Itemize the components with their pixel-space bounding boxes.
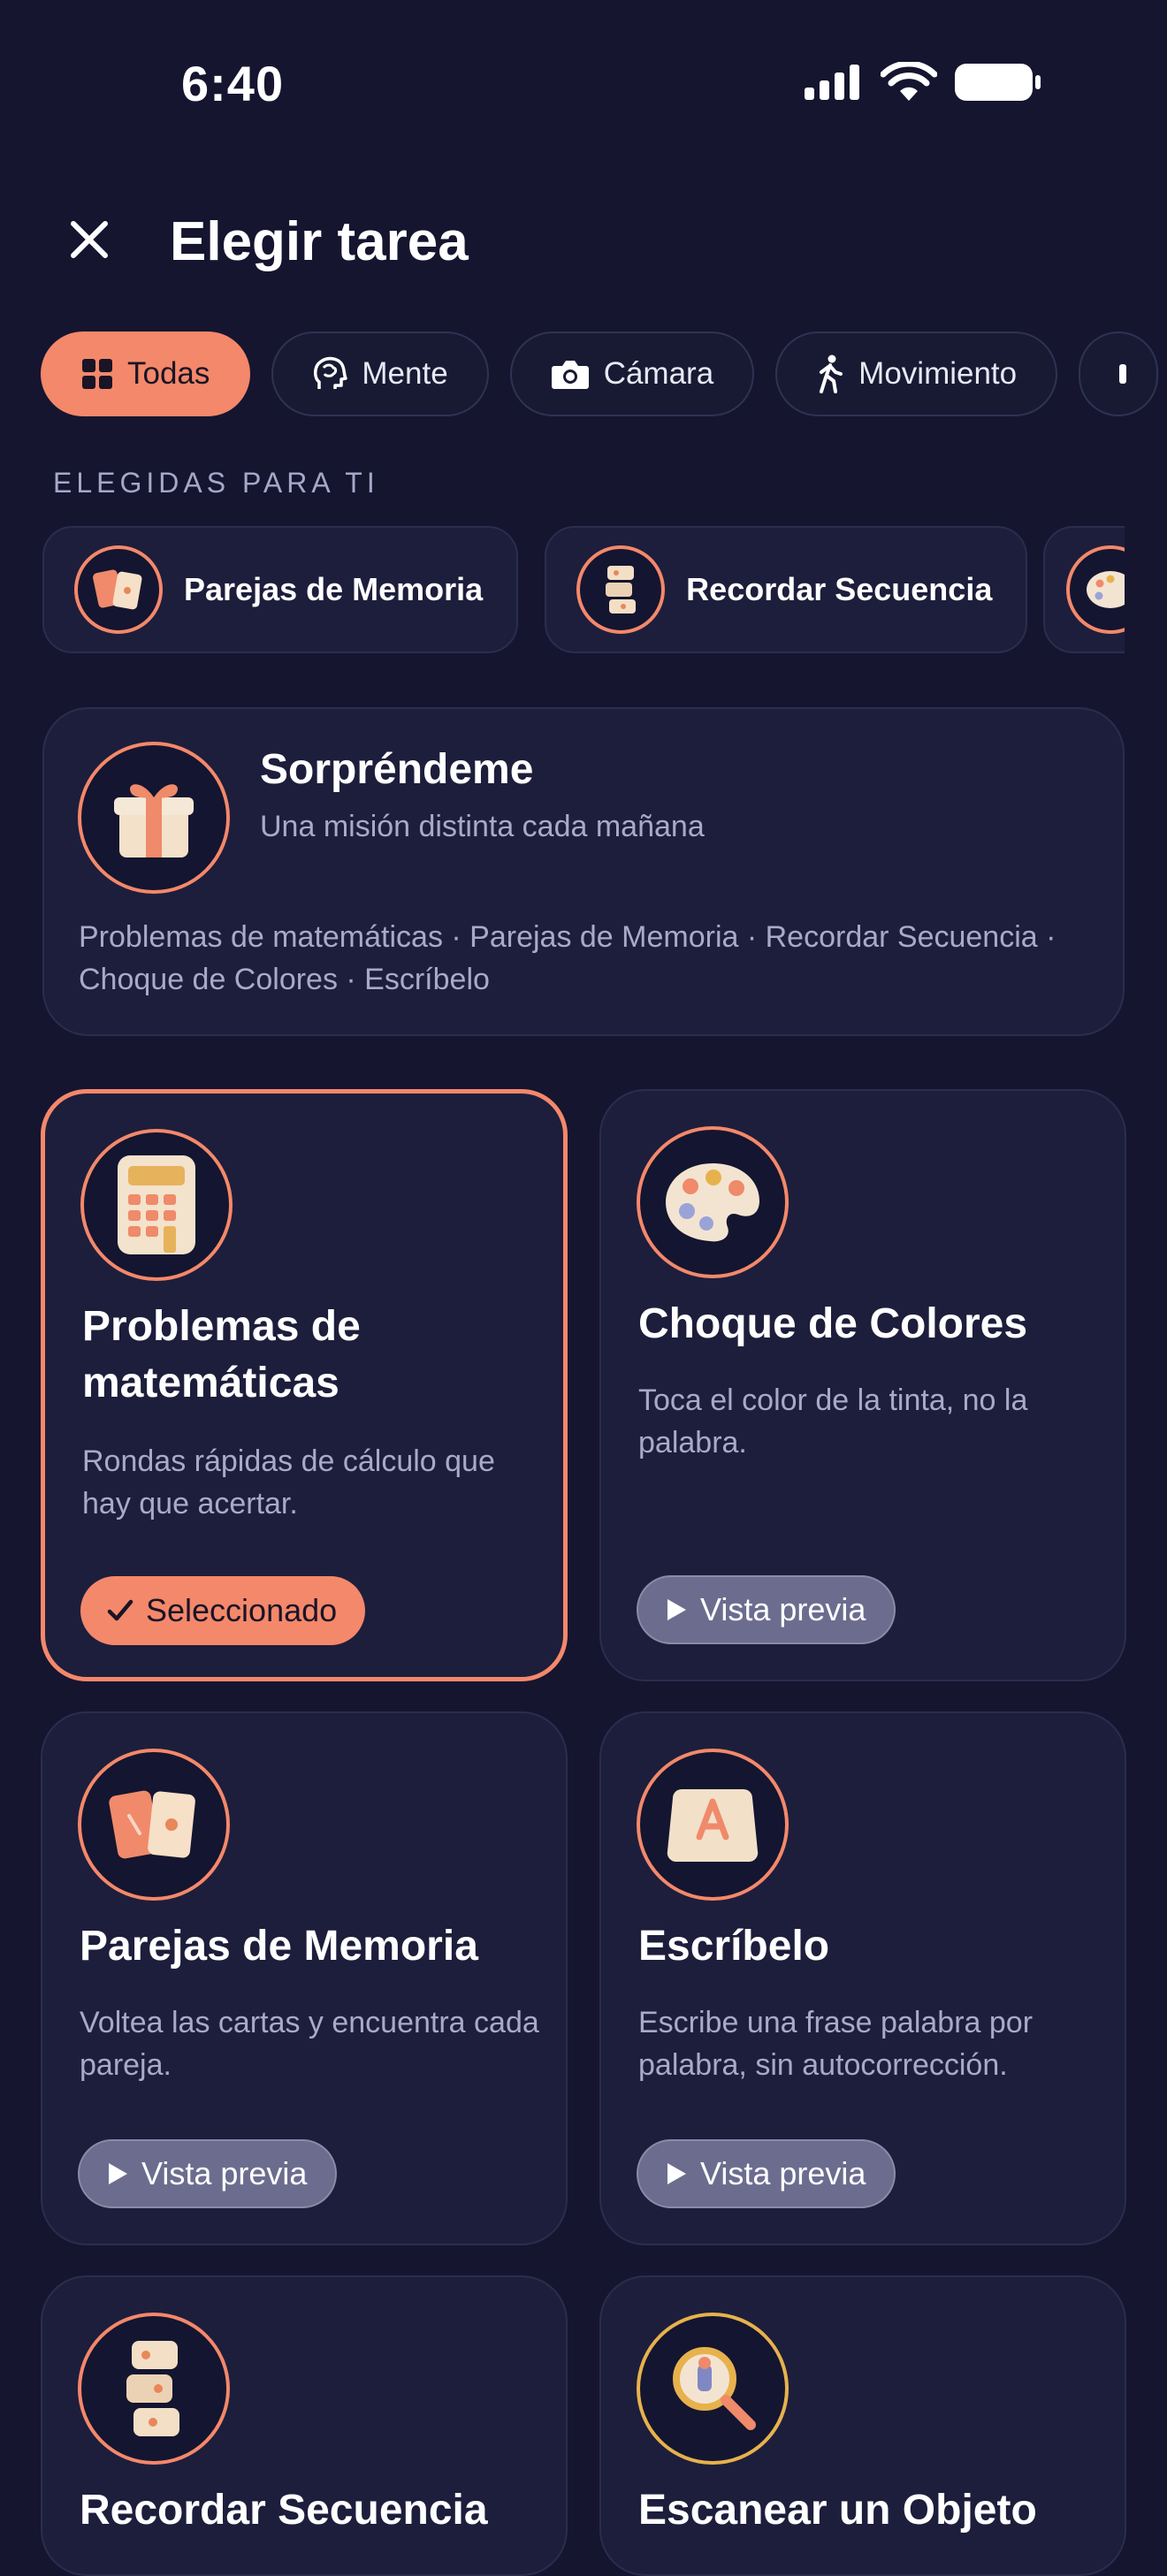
section-label-recommended: ELEGIDAS PARA TI (53, 467, 379, 499)
keyboard-key-icon (637, 1749, 789, 1901)
play-icon (667, 1599, 686, 1620)
recommended-row: Parejas de Memoria Recordar Secuencia (42, 526, 1028, 653)
status-icons (803, 62, 1043, 103)
filter-chip-label: Mente (362, 356, 448, 391)
brain-icon (314, 356, 348, 389)
palette-icon (637, 1126, 789, 1278)
preview-button[interactable]: Vista previa (78, 2139, 338, 2208)
recommended-item-partial[interactable] (1043, 526, 1125, 653)
close-icon[interactable] (69, 219, 110, 260)
filter-chip-label: Movimiento (858, 356, 1018, 391)
camera-icon (551, 361, 589, 389)
task-card-description: Toca el color de la tinta, no la palabra… (638, 1383, 1028, 1459)
play-icon (109, 2163, 127, 2184)
sequence-blocks-icon (576, 545, 666, 634)
preview-button-label: Vista previa (700, 1591, 866, 1627)
filter-chip-camara[interactable]: Cámara (509, 332, 755, 416)
task-card-title: Escanear un Objeto (638, 2487, 1037, 2534)
filter-chip-mente[interactable]: Mente (271, 332, 489, 416)
task-card-recordar-secuencia[interactable]: Recordar Secuencia (41, 2275, 568, 2576)
filter-chip-movimiento[interactable]: Movimiento (775, 332, 1058, 416)
filter-chip-more[interactable] (1079, 332, 1159, 416)
recommended-item-recordar[interactable]: Recordar Secuencia (545, 526, 1028, 653)
selected-button[interactable]: Seleccionado (80, 1576, 366, 1645)
task-card-title: Escríbelo (638, 1923, 830, 1970)
surprise-task-list: Problemas de matemáticas · Parejas de Me… (79, 920, 1056, 996)
filter-chip-label: Todas (127, 356, 210, 391)
surprise-subtitle: Una misión distinta cada mañana (260, 810, 705, 843)
sequence-blocks-icon (78, 2313, 230, 2465)
calculator-icon (80, 1129, 233, 1281)
task-card-title: Parejas de Memoria (80, 1923, 478, 1970)
recommended-item-parejas[interactable]: Parejas de Memoria (42, 526, 519, 653)
play-icon (667, 2163, 686, 2184)
filter-chip-label: Cámara (603, 356, 714, 391)
magnifier-icon (637, 2313, 789, 2465)
task-card-choque-colores[interactable]: Choque de Colores Toca el color de la ti… (599, 1089, 1126, 1681)
task-card-title: Problemas de matemáticas (82, 1303, 361, 1406)
preview-button[interactable]: Vista previa (637, 1575, 896, 1644)
task-card-matematicas[interactable]: Problemas de matemáticas Rondas rápidas … (41, 1089, 568, 1681)
task-card-description: Voltea las cartas y encuentra cada parej… (80, 2006, 539, 2082)
grid-icon (82, 359, 112, 389)
memory-cards-icon (78, 1749, 230, 1901)
walking-icon (820, 354, 843, 393)
checkmark-icon (107, 1599, 133, 1621)
recommended-item-label: Parejas de Memoria (184, 571, 484, 607)
gift-icon (78, 742, 230, 894)
battery-icon (955, 64, 1041, 101)
filter-chip-todas[interactable]: Todas (41, 332, 251, 416)
preview-button[interactable]: Vista previa (637, 2139, 896, 2208)
wifi-icon (881, 62, 937, 101)
preview-button-label: Vista previa (700, 2155, 866, 2191)
signal-icon (805, 65, 859, 100)
task-card-title: Recordar Secuencia (80, 2487, 488, 2534)
page-title: Elegir tarea (170, 211, 469, 272)
task-card-description: Rondas rápidas de cálculo que hay que ac… (82, 1444, 495, 1520)
surprise-title: Sorpréndeme (260, 746, 534, 793)
task-card-title: Choque de Colores (638, 1300, 1028, 1347)
filter-chips: Todas Mente Cámara Movimiento (41, 332, 1159, 416)
preview-button-label: Vista previa (141, 2155, 308, 2191)
task-card-escribelo[interactable]: Escríbelo Escribe una frase palabra por … (599, 1711, 1126, 2245)
recommended-item-label: Recordar Secuencia (686, 571, 993, 607)
selected-button-label: Seleccionado (146, 1592, 338, 1628)
task-card-description: Escribe una frase palabra por palabra, s… (638, 2006, 1034, 2082)
memory-cards-icon (74, 545, 163, 634)
task-card-escanear-objeto[interactable]: Escanear un Objeto (599, 2275, 1126, 2576)
task-card-parejas-memoria[interactable]: Parejas de Memoria Voltea las cartas y e… (41, 1711, 568, 2245)
status-time: 6:40 (181, 56, 285, 111)
